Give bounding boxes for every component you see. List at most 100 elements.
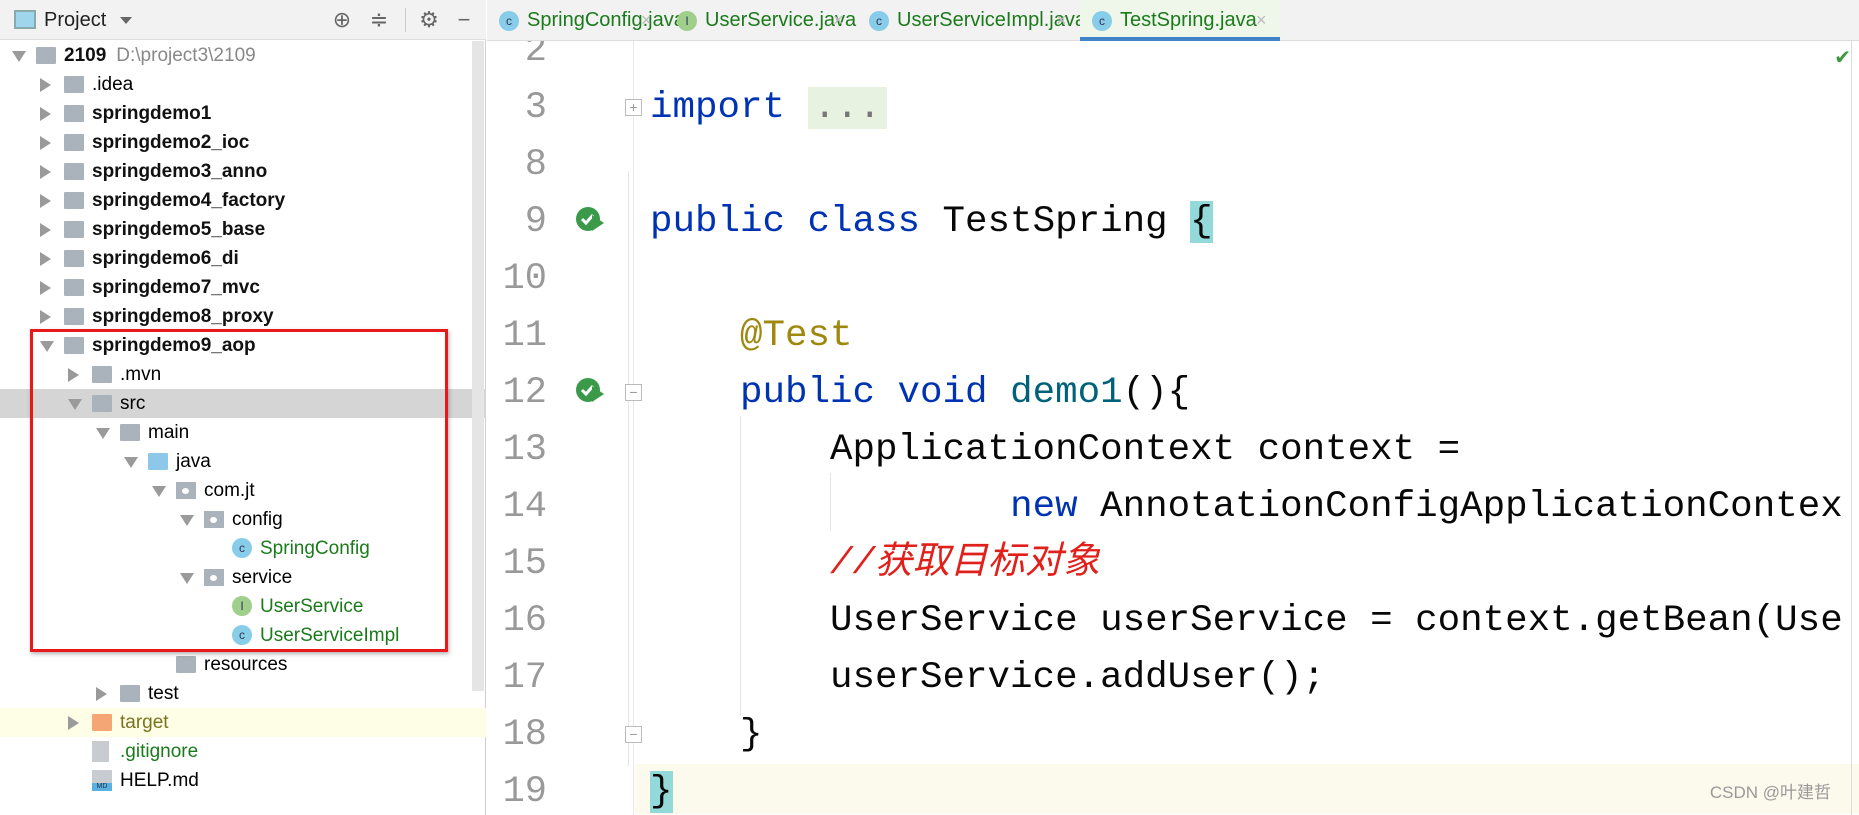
tree-item-text: springdemo7_mvc bbox=[92, 273, 260, 302]
collapsed-arrow-icon[interactable] bbox=[40, 310, 51, 324]
code-token: TestSpring bbox=[920, 201, 1191, 243]
collapsed-arrow-icon[interactable] bbox=[68, 716, 79, 730]
fold-marker-icon[interactable]: − bbox=[625, 726, 642, 743]
code-line: new AnnotationConfigApplicationContex bbox=[650, 485, 1843, 529]
tree-item-label: HELP.md bbox=[120, 770, 199, 791]
expanded-arrow-icon[interactable] bbox=[12, 51, 26, 62]
code-token: ApplicationContext context = bbox=[650, 429, 1461, 471]
run-test-icon[interactable] bbox=[574, 205, 608, 239]
tab-userserviceimpl-java[interactable]: c UserServiceImpl.java × bbox=[857, 0, 1086, 41]
tree-item-text: .gitignore bbox=[120, 737, 198, 766]
current-line-highlight bbox=[635, 764, 1859, 814]
class-icon: c bbox=[869, 11, 889, 31]
code-token: new bbox=[1010, 486, 1078, 528]
tree-item-text: springdemo5_base bbox=[92, 215, 265, 244]
tab-testspring-java[interactable]: c TestSpring.java × bbox=[1080, 0, 1280, 41]
tree-item-label: springdemo6_di bbox=[92, 248, 239, 269]
collapse-all-icon[interactable]: ≑ bbox=[367, 8, 391, 32]
tree-item-text: springdemo2_ioc bbox=[92, 128, 249, 157]
fold-marker-icon[interactable]: + bbox=[625, 99, 642, 116]
line-number: 17 bbox=[502, 657, 547, 699]
code-token: AnnotationConfigApplicationContex bbox=[1077, 486, 1843, 528]
tree-item-label: target bbox=[120, 712, 169, 733]
chevron-down-icon[interactable] bbox=[120, 17, 132, 24]
code-editor[interactable]: 2 3 8 9 10 11 12 13 14 15 16 17 18 19 import ... publi… bbox=[487, 41, 1859, 815]
collapsed-arrow-icon[interactable] bbox=[40, 281, 51, 295]
minimize-icon[interactable]: − bbox=[452, 8, 476, 32]
close-icon[interactable]: × bbox=[641, 0, 652, 41]
tree-item-text: .idea bbox=[92, 70, 133, 99]
tree-item-text: 2109 D:\project3\2109 bbox=[64, 41, 256, 70]
excluded-folder-icon bbox=[92, 714, 112, 731]
ignore-file-icon bbox=[92, 741, 109, 762]
line-number: 8 bbox=[524, 144, 547, 186]
code-line: public void demo1(){ bbox=[650, 371, 1190, 415]
line-number: 13 bbox=[502, 429, 547, 471]
tree-item-label: .idea bbox=[92, 74, 134, 95]
line-number: 10 bbox=[502, 258, 547, 300]
collapsed-arrow-icon[interactable] bbox=[40, 252, 51, 266]
code-token: ... bbox=[807, 87, 888, 129]
tree-item-text: springdemo4_factory bbox=[92, 186, 285, 215]
folder-icon bbox=[64, 192, 84, 209]
tree-item[interactable]: 2109 D:\project3\2109 bbox=[0, 41, 486, 70]
folder-icon bbox=[64, 279, 84, 296]
line-number: 14 bbox=[502, 486, 547, 528]
crosshair-icon[interactable]: ⊕ bbox=[330, 8, 354, 32]
tree-item[interactable]: springdemo4_factory bbox=[0, 186, 486, 215]
project-view-selector[interactable]: Project bbox=[44, 9, 106, 32]
tab-userservice-java[interactable]: I UserService.java × bbox=[665, 0, 857, 41]
divider bbox=[405, 8, 406, 32]
tree-item[interactable]: target bbox=[0, 708, 486, 737]
code-line: } bbox=[650, 713, 763, 757]
folder-icon bbox=[64, 134, 84, 151]
close-icon[interactable]: × bbox=[1056, 0, 1067, 41]
fold-marker-icon[interactable]: − bbox=[625, 384, 642, 401]
tree-item[interactable]: springdemo5_base bbox=[0, 215, 486, 244]
tree-item[interactable]: springdemo8_proxy bbox=[0, 302, 486, 331]
tab-springconfig-java[interactable]: c SpringConfig.java × bbox=[487, 0, 685, 41]
tree-item[interactable]: .idea bbox=[0, 70, 486, 99]
tree-item[interactable]: .gitignore bbox=[0, 737, 486, 766]
close-icon[interactable]: × bbox=[833, 0, 844, 41]
collapsed-arrow-icon[interactable] bbox=[96, 687, 107, 701]
tree-item[interactable]: springdemo7_mvc bbox=[0, 273, 486, 302]
code-token: //获取目标对象 bbox=[830, 543, 1101, 585]
tree-item[interactable]: springdemo2_ioc bbox=[0, 128, 486, 157]
tree-scrollbar[interactable] bbox=[472, 41, 484, 691]
test-class-icon: c bbox=[1092, 11, 1112, 31]
collapsed-arrow-icon[interactable] bbox=[40, 78, 51, 92]
markdown-file-icon bbox=[92, 770, 112, 791]
folder-icon bbox=[120, 685, 140, 702]
project-path: D:\project3\2109 bbox=[116, 45, 256, 66]
tree-item[interactable]: springdemo6_di bbox=[0, 244, 486, 273]
tree-item-text: springdemo1 bbox=[92, 99, 211, 128]
collapsed-arrow-icon[interactable] bbox=[40, 194, 51, 208]
tree-item[interactable]: springdemo1 bbox=[0, 99, 486, 128]
code-token: demo1 bbox=[1010, 372, 1123, 414]
module-icon bbox=[36, 47, 56, 64]
editor-scrollbar[interactable] bbox=[1851, 41, 1859, 815]
collapsed-arrow-icon[interactable] bbox=[40, 223, 51, 237]
tree-item[interactable]: test bbox=[0, 679, 486, 708]
gear-icon[interactable]: ⚙ bbox=[417, 8, 441, 32]
check-icon[interactable]: ✔ bbox=[1834, 45, 1851, 70]
run-test-icon[interactable] bbox=[574, 376, 608, 410]
collapsed-arrow-icon[interactable] bbox=[40, 136, 51, 150]
tree-item-text: springdemo6_di bbox=[92, 244, 239, 273]
collapsed-arrow-icon[interactable] bbox=[40, 107, 51, 121]
code-token: public void bbox=[740, 372, 988, 414]
collapsed-arrow-icon[interactable] bbox=[40, 165, 51, 179]
folder-icon bbox=[64, 221, 84, 238]
tree-item[interactable]: HELP.md bbox=[0, 766, 486, 795]
editor-tabs: c SpringConfig.java × I UserService.java × c Us… bbox=[487, 0, 1859, 41]
code-line: ApplicationContext context = bbox=[650, 428, 1460, 472]
tree-item[interactable]: springdemo3_anno bbox=[0, 157, 486, 186]
close-icon[interactable]: × bbox=[1256, 0, 1267, 41]
tab-label: TestSpring.java bbox=[1120, 9, 1257, 31]
tree-item-label: .gitignore bbox=[120, 741, 199, 762]
tab-label: SpringConfig.java bbox=[527, 9, 685, 31]
tree-item[interactable]: resources bbox=[0, 650, 486, 679]
